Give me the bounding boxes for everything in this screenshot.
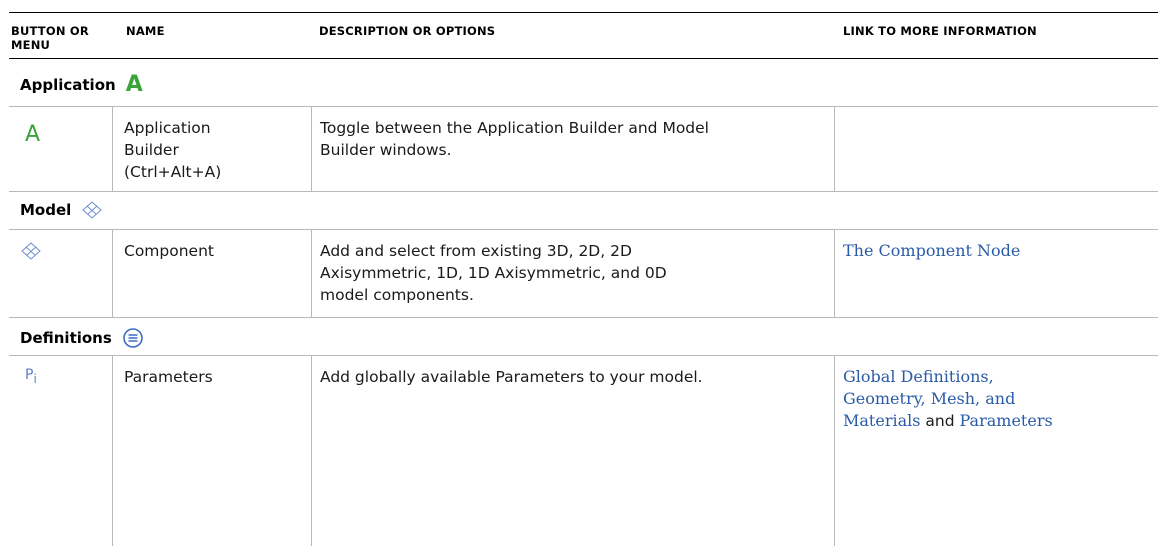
header-description: DESCRIPTION OR OPTIONS [319, 24, 496, 38]
row-description: Add globally available Parameters to you… [320, 368, 703, 386]
table-header: BUTTON OR MENU NAME DESCRIPTION OR OPTIO… [9, 12, 1158, 59]
header-button-or-menu: BUTTON OR MENU [11, 24, 89, 52]
section-model: Model [9, 192, 1158, 230]
application-builder-icon: A [125, 72, 143, 97]
component-icon [82, 201, 103, 219]
section-title-model: Model [20, 201, 72, 219]
parameters-icon[interactable]: Pi [25, 367, 37, 386]
row-description: Toggle between the Application Builder a… [320, 119, 709, 159]
header-link: LINK TO MORE INFORMATION [843, 24, 1037, 38]
table-row: A Application Builder (Ctrl+Alt+A) Toggl… [9, 107, 1158, 192]
link-parameters[interactable]: Parameters [960, 411, 1053, 430]
row-name: Component [124, 242, 214, 260]
link-global-definitions[interactable]: Global Definitions, [843, 366, 1163, 388]
section-application: Application A [9, 59, 1158, 107]
link-materials[interactable]: Materials [843, 411, 920, 430]
link-geometry-mesh[interactable]: Geometry, Mesh, and [843, 388, 1163, 410]
section-title-application: Application [20, 75, 116, 94]
component-icon[interactable] [20, 242, 42, 260]
definitions-icon [122, 328, 143, 348]
row-links: Global Definitions, Geometry, Mesh, and … [843, 366, 1163, 432]
link-connector-and: and [925, 412, 955, 430]
link-component-node[interactable]: The Component Node [843, 240, 1020, 262]
table-row: Component Add and select from existing 3… [9, 230, 1158, 318]
header-name: NAME [126, 24, 165, 38]
row-description: Add and select from existing 3D, 2D, 2D … [320, 242, 667, 304]
row-name: Application Builder (Ctrl+Alt+A) [124, 119, 222, 181]
section-title-definitions: Definitions [20, 329, 112, 347]
row-name: Parameters [124, 368, 213, 386]
table-row: Pi Parameters Add globally available Par… [9, 356, 1158, 546]
section-definitions: Definitions [9, 318, 1158, 356]
reference-table: BUTTON OR MENU NAME DESCRIPTION OR OPTIO… [0, 0, 1166, 546]
application-builder-icon[interactable]: A [25, 122, 40, 147]
